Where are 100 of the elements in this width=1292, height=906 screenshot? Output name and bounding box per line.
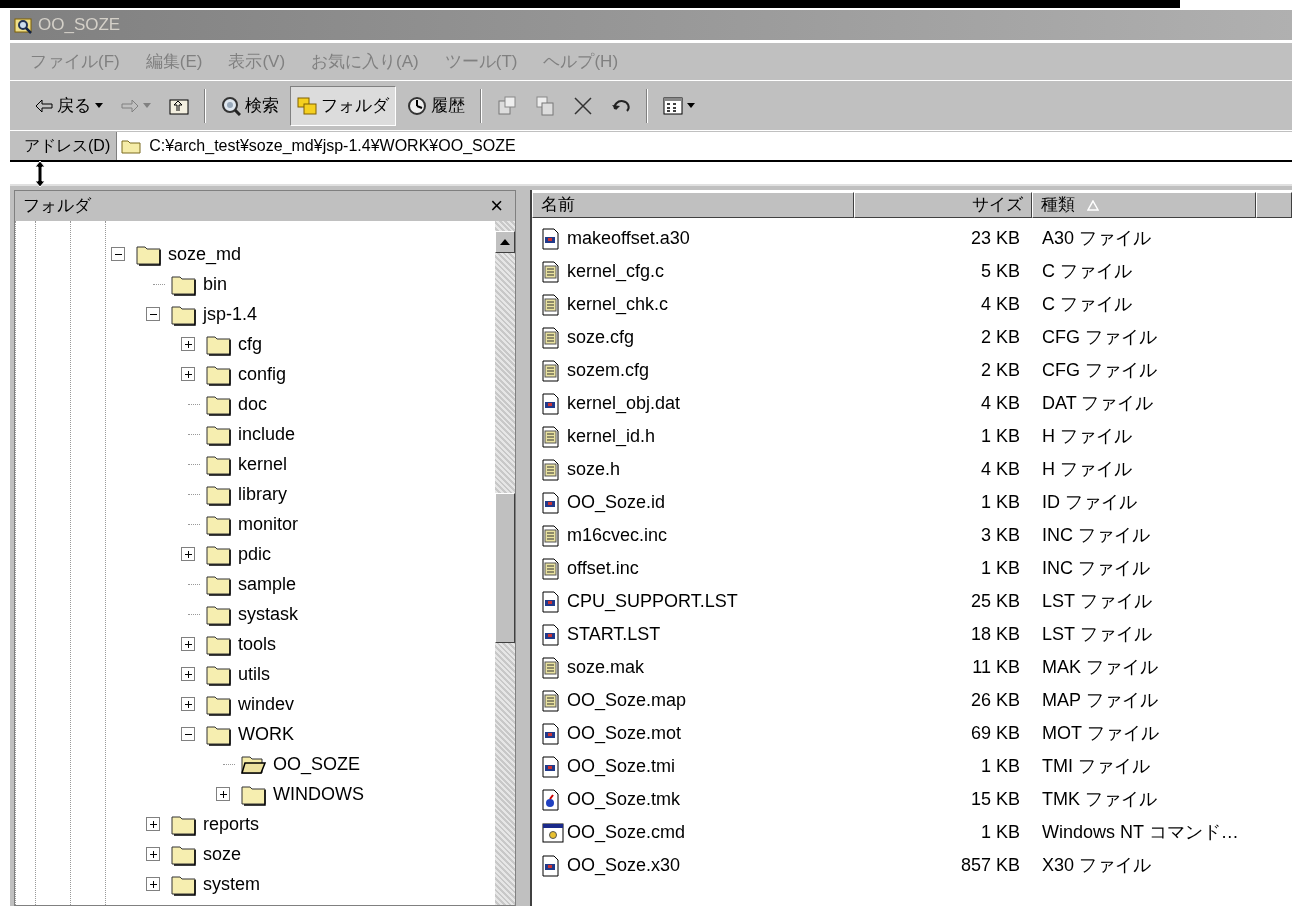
folder-item[interactable]: monitor bbox=[204, 510, 301, 538]
folder-up-icon bbox=[169, 96, 189, 115]
collapse-button[interactable] bbox=[181, 727, 195, 741]
file-size: 11 KB bbox=[972, 656, 1020, 679]
folder-item[interactable]: pdic bbox=[204, 540, 274, 568]
expand-button[interactable] bbox=[181, 547, 195, 561]
expand-button[interactable] bbox=[181, 697, 195, 711]
file-name[interactable]: OO_Soze.x30 bbox=[567, 852, 681, 879]
folder-search-icon bbox=[14, 16, 34, 34]
address-label: アドレス(D) bbox=[24, 135, 112, 156]
address-value: C:¥arch_test¥soze_md¥jsp-1.4¥WORK¥OO_SOZE bbox=[149, 135, 516, 156]
folder-item[interactable]: config bbox=[204, 360, 289, 388]
file-size: 18 KB bbox=[970, 623, 1020, 646]
expand-button[interactable] bbox=[181, 667, 195, 681]
search-button[interactable]: 検索 bbox=[214, 85, 286, 126]
folder-item[interactable]: doc bbox=[204, 390, 270, 418]
vertical-scrollbar[interactable] bbox=[495, 221, 515, 905]
folder-item[interactable]: windev bbox=[204, 690, 297, 718]
up-arrow-icon bbox=[500, 239, 510, 245]
file-name[interactable]: START.LST bbox=[567, 621, 661, 648]
file-size: 69 KB bbox=[970, 722, 1020, 745]
file-type: CFG ファイル bbox=[1042, 327, 1157, 347]
caret-icon bbox=[95, 103, 103, 108]
address-field[interactable]: C:¥arch_test¥soze_md¥jsp-1.4¥WORK¥OO_SOZE bbox=[116, 131, 1292, 160]
history-button[interactable]: 履歴 bbox=[400, 85, 472, 126]
folder-item[interactable]: jsp-1.4 bbox=[169, 300, 260, 328]
file-name[interactable]: kernel_id.h bbox=[567, 423, 656, 450]
column-header[interactable]: 種類 bbox=[1032, 192, 1256, 218]
folders-icon bbox=[297, 95, 317, 116]
file-size: 1 KB bbox=[980, 491, 1020, 514]
scroll-thumb[interactable] bbox=[495, 493, 515, 643]
column-header[interactable]: 名前 bbox=[532, 192, 854, 218]
file-type: A30 ファイル bbox=[1042, 228, 1152, 248]
expand-button[interactable] bbox=[216, 787, 230, 801]
folder-item[interactable]: tools bbox=[204, 630, 279, 658]
file-name[interactable]: kernel_obj.dat bbox=[567, 390, 681, 417]
file-size: 2 KB bbox=[980, 326, 1020, 349]
file-type: C ファイル bbox=[1042, 261, 1132, 281]
folder-item[interactable]: WORK bbox=[204, 720, 296, 748]
file-name[interactable]: OO_Soze.id bbox=[567, 489, 666, 516]
folder-item[interactable]: reports bbox=[169, 810, 262, 838]
collapse-button[interactable] bbox=[146, 307, 160, 321]
folder-item[interactable]: systask bbox=[204, 600, 300, 628]
file-type: TMK ファイル bbox=[1042, 789, 1157, 809]
file-size: 1 KB bbox=[980, 755, 1020, 778]
file-name[interactable]: OO_Soze.mot bbox=[567, 720, 682, 747]
file-type: ID ファイル bbox=[1042, 492, 1137, 512]
folder-item[interactable]: soze_md bbox=[134, 240, 244, 268]
folder-item[interactable]: include bbox=[204, 420, 298, 448]
file-name[interactable]: soze.cfg bbox=[567, 324, 635, 351]
folder-item[interactable]: soze bbox=[169, 840, 244, 868]
file-name[interactable]: OO_Soze.tmk bbox=[567, 786, 681, 813]
folder-item[interactable]: WINDOWS bbox=[239, 780, 366, 808]
file-name[interactable]: OO_Soze.tmi bbox=[567, 753, 676, 780]
file-type: LST ファイル bbox=[1042, 591, 1152, 611]
folder-item[interactable]: library bbox=[204, 480, 289, 508]
expand-button[interactable] bbox=[181, 637, 195, 651]
expand-button[interactable] bbox=[146, 877, 160, 891]
expand-button[interactable] bbox=[146, 847, 160, 861]
file-name[interactable]: kernel_chk.c bbox=[567, 291, 669, 318]
delete-icon bbox=[573, 95, 593, 116]
expand-button[interactable] bbox=[181, 337, 195, 351]
file-size: 4 KB bbox=[980, 392, 1020, 415]
view-grid-icon bbox=[663, 96, 683, 115]
file-size: 26 KB bbox=[970, 689, 1020, 712]
caret-icon bbox=[143, 103, 151, 108]
file-size: 857 KB bbox=[960, 854, 1020, 877]
file-name[interactable]: offset.inc bbox=[567, 555, 639, 582]
file-size: 1 KB bbox=[980, 557, 1020, 580]
scroll-up-button[interactable] bbox=[495, 231, 515, 253]
file-name[interactable]: soze.mak bbox=[567, 654, 645, 681]
column-header[interactable]: サイズ bbox=[854, 192, 1032, 218]
folder-item[interactable]: OO_SOZE bbox=[239, 750, 363, 778]
file-name[interactable]: m16cvec.inc bbox=[567, 522, 668, 549]
folder-item[interactable]: kernel bbox=[204, 450, 290, 478]
file-name[interactable]: OO_Soze.cmd bbox=[567, 819, 686, 846]
file-type: X30 ファイル bbox=[1042, 855, 1152, 875]
folder-item[interactable]: sample bbox=[204, 570, 299, 598]
file-size: 23 KB bbox=[970, 227, 1020, 250]
file-name[interactable]: OO_Soze.map bbox=[567, 687, 687, 714]
pane-title: フォルダ bbox=[23, 195, 91, 218]
copy-to-icon bbox=[535, 95, 555, 116]
column-header[interactable] bbox=[1256, 192, 1292, 218]
file-name[interactable]: CPU_SUPPORT.LST bbox=[567, 588, 738, 615]
folders-button[interactable]: フォルダ bbox=[290, 85, 396, 126]
folder-item[interactable]: system bbox=[169, 870, 262, 898]
folder-item[interactable]: bin bbox=[169, 270, 230, 298]
file-size: 1 KB bbox=[980, 425, 1020, 448]
plus-icon bbox=[183, 339, 193, 349]
file-name[interactable]: sozem.cfg bbox=[567, 357, 650, 384]
file-name[interactable]: soze.h bbox=[567, 456, 621, 483]
expand-button[interactable] bbox=[146, 817, 160, 831]
folder-item[interactable]: cfg bbox=[204, 330, 264, 358]
file-name[interactable]: makeoffset.a30 bbox=[567, 225, 690, 252]
back-button[interactable]: 戻る bbox=[28, 85, 110, 126]
file-name[interactable]: kernel_cfg.c bbox=[567, 258, 665, 285]
expand-button[interactable] bbox=[181, 367, 195, 381]
close-button[interactable]: × bbox=[490, 195, 503, 217]
collapse-button[interactable] bbox=[111, 247, 125, 261]
folder-item[interactable]: utils bbox=[204, 660, 272, 688]
